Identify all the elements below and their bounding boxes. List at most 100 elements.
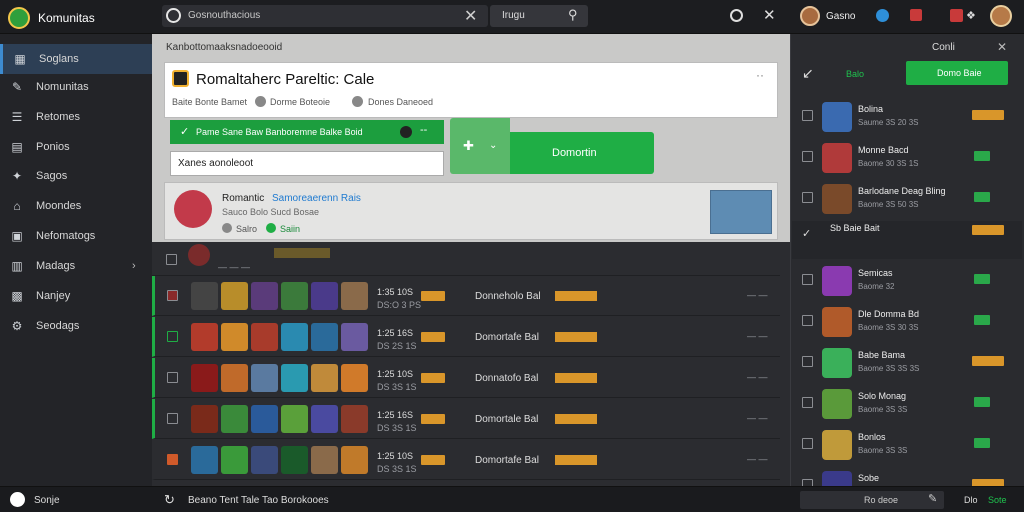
panel-list-item[interactable]: Solo Monag Baome 3S 3S bbox=[792, 385, 1022, 423]
table-row[interactable]: 1:25 10S DS 3S 1S Domortafe Bal — — bbox=[152, 440, 780, 480]
panel-list-item[interactable]: Dle Domma Bd Baome 3S 30 3S bbox=[792, 303, 1022, 341]
row-checkbox[interactable] bbox=[802, 151, 813, 162]
row-actions[interactable]: — — bbox=[747, 454, 768, 464]
sidebar-item-label: Soglans bbox=[39, 53, 79, 65]
row-checkbox[interactable] bbox=[802, 356, 813, 367]
panel-list-item[interactable]: Babe Bama Baome 3S 3S 3S bbox=[792, 344, 1022, 382]
panel-list-item[interactable]: Barlodane Deag Bling Baome 3S 50 3S bbox=[792, 180, 1022, 218]
search-input[interactable]: Gosnouthacious bbox=[188, 10, 260, 21]
row-name: Domortafe Bal bbox=[475, 455, 539, 466]
sidebar-item-soglans[interactable]: ▦ Soglans bbox=[0, 44, 152, 74]
sidebar-item-label: Moondes bbox=[36, 200, 82, 212]
status-icon bbox=[10, 492, 25, 507]
plus-icon: ✚ bbox=[463, 138, 474, 153]
sidebar-item-label: Madags bbox=[36, 260, 76, 272]
panel-item-name: Solo Monag bbox=[858, 391, 907, 401]
row-checkbox[interactable] bbox=[802, 315, 813, 326]
close-icon[interactable]: ✕ bbox=[763, 6, 776, 24]
sidebar-item-nefomatogs[interactable]: ▣ Nefomatogs bbox=[0, 221, 152, 251]
profile-preview-image[interactable] bbox=[710, 190, 772, 234]
price-badge bbox=[555, 455, 597, 465]
row-checkbox[interactable] bbox=[167, 454, 178, 465]
item-thumb-icon bbox=[221, 405, 248, 433]
panel-tab[interactable]: Balo bbox=[846, 69, 864, 79]
chevron-right-icon[interactable]: › bbox=[132, 260, 136, 272]
row-tag bbox=[274, 248, 330, 258]
sidebar-item-ponios[interactable]: ▤ Ponios bbox=[0, 132, 152, 162]
sidebar-item-nanjey[interactable]: ▩ Nanjey bbox=[0, 281, 152, 311]
row-checkbox[interactable] bbox=[167, 331, 178, 342]
info-icon[interactable] bbox=[400, 126, 412, 138]
row-actions[interactable]: — — bbox=[747, 290, 768, 300]
profile-link[interactable]: Samoreaerenn Rais bbox=[272, 193, 361, 204]
edit-icon[interactable]: ✎ bbox=[928, 492, 937, 505]
sidebar-item-retomes[interactable]: ☰ Retomes bbox=[0, 102, 152, 132]
panel-close-icon[interactable]: ✕ bbox=[997, 40, 1007, 54]
panel-list-item[interactable]: Bolina Saume 3S 20 3S bbox=[792, 98, 1022, 136]
footer-search-value[interactable]: Ro deoe bbox=[864, 495, 898, 505]
panel-list-item[interactable]: Bonlos Baome 3S 3S bbox=[792, 426, 1022, 464]
panel-title: Conli bbox=[932, 42, 955, 53]
status-badge bbox=[972, 225, 1004, 235]
table-row[interactable]: 1:25 10S DS 3S 1S Donnatofo Bal — — bbox=[152, 358, 780, 398]
row-checkbox[interactable] bbox=[802, 438, 813, 449]
panel-primary-button-label: Domo Baie bbox=[937, 68, 982, 78]
profile-avatar[interactable] bbox=[990, 5, 1012, 27]
more-icon[interactable]: ·· bbox=[756, 68, 764, 82]
sidebar-item-madags[interactable]: ▥ Madags › bbox=[0, 251, 152, 281]
alert-icon[interactable] bbox=[950, 9, 963, 22]
user-avatar[interactable] bbox=[800, 6, 820, 26]
item-avatar bbox=[822, 266, 852, 296]
sidebar-item-moondes[interactable]: ⌂ Moondes bbox=[0, 191, 152, 221]
table-row[interactable]: 1:25 16S DS 3S 1S Domortale Bal — — bbox=[152, 399, 780, 439]
row-checkbox[interactable] bbox=[802, 397, 813, 408]
row-checkbox[interactable] bbox=[802, 110, 813, 121]
profile-avatar bbox=[174, 190, 212, 228]
profile-sub: Sauco Bolo Sucd Bosae bbox=[222, 207, 320, 217]
row-checkbox[interactable] bbox=[166, 254, 177, 265]
sidebar-item-nomunitas[interactable]: ✎ Nomunitas bbox=[0, 72, 152, 102]
sidebar-item-label: Nanjey bbox=[36, 290, 71, 302]
item-thumb-icon bbox=[221, 323, 248, 351]
back-arrow-icon[interactable]: ↙ bbox=[802, 65, 814, 82]
row-checkbox[interactable] bbox=[802, 192, 813, 203]
row-sub: DS 3S 1S bbox=[377, 464, 417, 474]
row-time: 1:35 10S bbox=[377, 287, 414, 297]
row-checkbox[interactable] bbox=[802, 274, 813, 285]
check-icon[interactable]: ✓ bbox=[802, 227, 813, 240]
panel-list-item[interactable]: ✓ Sb Baie Bait bbox=[792, 221, 1022, 259]
panel-item-name: Dle Domma Bd bbox=[858, 309, 920, 319]
item-thumb-icon bbox=[311, 323, 338, 351]
clear-icon[interactable]: ✕ bbox=[464, 6, 477, 26]
gift-icon[interactable] bbox=[910, 9, 922, 21]
panel-list-item[interactable]: Semicas Baome 32 bbox=[792, 262, 1022, 300]
table-row[interactable]: 1:25 16S DS 2S 1S Domortafe Bal — — bbox=[152, 317, 780, 357]
row-actions[interactable]: — — bbox=[747, 372, 768, 382]
user-name[interactable]: Gasno bbox=[826, 11, 855, 22]
split-button-toggle[interactable] bbox=[450, 118, 510, 174]
sidebar: ▦ Soglans ✎ Nomunitas ☰ Retomes ▤ Ponios ✦ Sa… bbox=[0, 34, 152, 486]
row-checkbox[interactable] bbox=[167, 413, 178, 424]
sidebar-item-sagos[interactable]: ✦ Sagos bbox=[0, 161, 152, 191]
refresh-icon[interactable]: ↻ bbox=[164, 492, 175, 508]
panel-list-item[interactable]: Monne Bacd Baome 30 3S 1S bbox=[792, 139, 1022, 177]
notification-icon[interactable] bbox=[876, 9, 889, 22]
item-thumb-icon bbox=[281, 364, 308, 392]
sidebar-item-label: Nefomatogs bbox=[36, 230, 96, 242]
circle-icon[interactable] bbox=[730, 9, 743, 22]
profile-name: Romantic bbox=[222, 193, 265, 204]
row-checkbox[interactable] bbox=[167, 372, 178, 383]
row-actions[interactable]: — — bbox=[747, 413, 768, 423]
text-field-value[interactable]: Xanes aonoleoot bbox=[178, 158, 253, 169]
row-actions[interactable]: — — bbox=[747, 331, 768, 341]
sidebar-item-seodags[interactable]: ⚙ Seodags bbox=[0, 311, 152, 341]
table-row[interactable]: 1:35 10S DS:O 3 PS Donneholo Bal — — bbox=[152, 276, 780, 316]
magnifier-icon[interactable]: ⚲ bbox=[568, 7, 578, 23]
status-badge bbox=[974, 438, 990, 448]
row-checkbox[interactable] bbox=[167, 290, 178, 301]
item-thumb-icon bbox=[341, 323, 368, 351]
settings-icon[interactable]: ❖ bbox=[966, 9, 976, 22]
row-name: Domortafe Bal bbox=[475, 332, 539, 343]
table-row[interactable]: — — — bbox=[152, 242, 780, 276]
panel-item-sub: Baome 32 bbox=[858, 282, 895, 291]
